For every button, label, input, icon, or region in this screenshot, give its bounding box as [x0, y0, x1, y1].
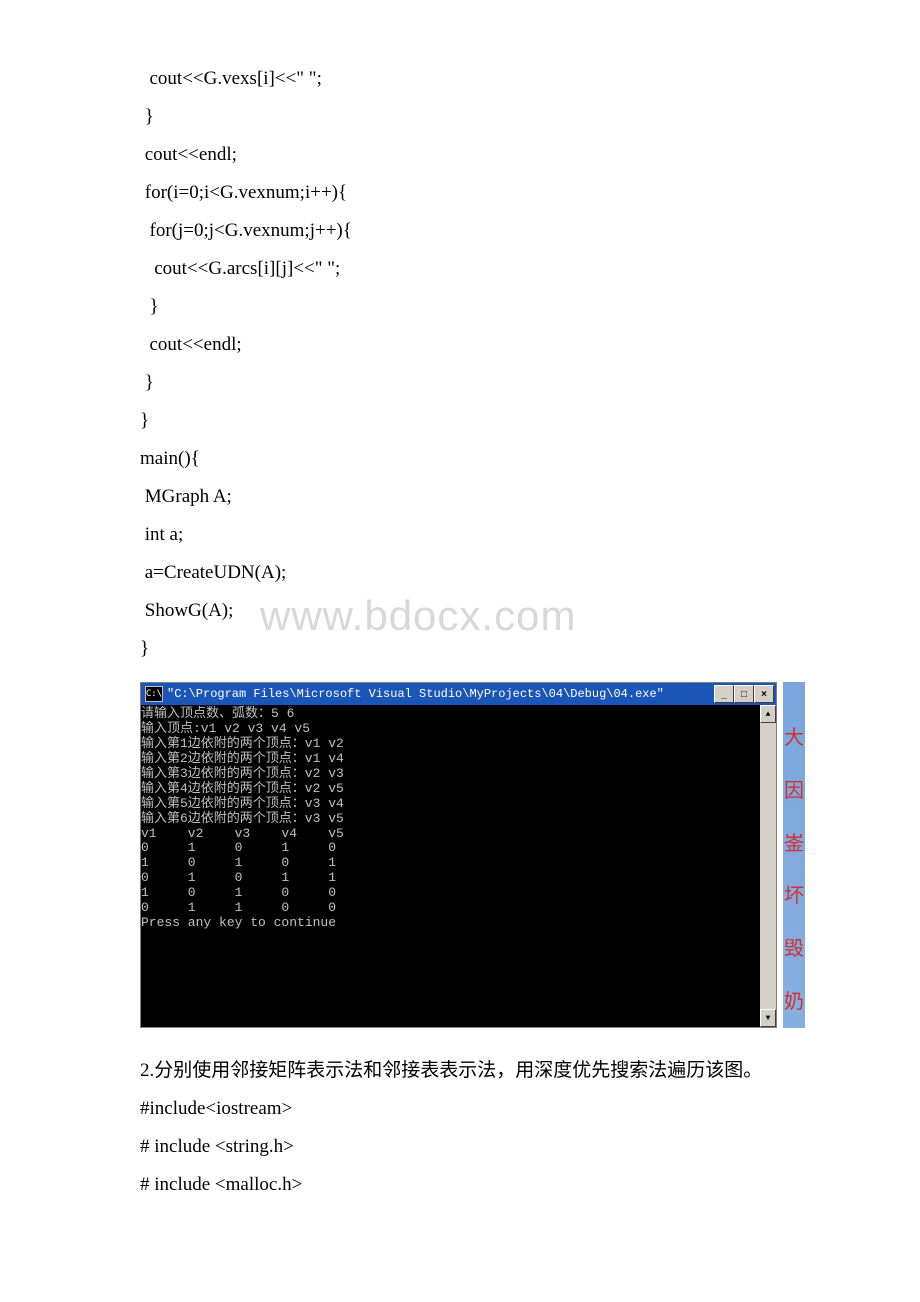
console-window: C:\ "C:\Program Files\Microsoft Visual S…: [140, 682, 777, 1028]
code-line: # include <malloc.h>: [140, 1166, 800, 1204]
code-line: }: [140, 288, 800, 326]
window-titlebar: C:\ "C:\Program Files\Microsoft Visual S…: [141, 683, 776, 705]
code-line: main(){: [140, 440, 800, 478]
code-line: MGraph A;: [140, 478, 800, 516]
code-line: }: [140, 630, 800, 668]
code-line: # include <string.h>: [140, 1128, 800, 1166]
code-line: int a;: [140, 516, 800, 554]
close-button[interactable]: ×: [754, 685, 774, 703]
code-line: ShowG(A);: [140, 592, 800, 630]
code-line: for(j=0;j<G.vexnum;j++){: [140, 212, 800, 250]
code-line: cout<<G.vexs[i]<<" ";: [140, 60, 800, 98]
scroll-up-button[interactable]: ▲: [760, 705, 776, 723]
cmd-icon: C:\: [145, 686, 163, 702]
maximize-button[interactable]: □: [734, 685, 754, 703]
code-line: cout<<G.arcs[i][j]<<" ";: [140, 250, 800, 288]
side-char: 坏: [784, 878, 804, 914]
side-char: 因: [784, 773, 804, 809]
side-char: 奶: [784, 984, 804, 1020]
code-line: a=CreateUDN(A);: [140, 554, 800, 592]
scroll-down-button[interactable]: ▼: [760, 1009, 776, 1027]
code-line: cout<<endl;: [140, 136, 800, 174]
side-char: 毁: [784, 931, 804, 967]
code-line: cout<<endl;: [140, 326, 800, 364]
minimize-button[interactable]: _: [714, 685, 734, 703]
code-line: #include<iostream>: [140, 1090, 800, 1128]
code-line: }: [140, 98, 800, 136]
code-line: for(i=0;i<G.vexnum;i++){: [140, 174, 800, 212]
scrollbar[interactable]: ▲ ▼: [760, 705, 776, 1027]
console-output: 请输入顶点数、弧数：5 6 输入顶点:v1 v2 v3 v4 v5 输入第1边依…: [141, 705, 760, 1027]
side-char: 大: [784, 720, 804, 756]
scroll-track[interactable]: [760, 723, 776, 1009]
side-strip: 大 因 崟 坏 毁 奶: [783, 682, 805, 1028]
code-line: }: [140, 402, 800, 440]
paragraph: 2.分别使用邻接矩阵表示法和邻接表表示法，用深度优先搜索法遍历该图。: [140, 1052, 800, 1090]
code-line: }: [140, 364, 800, 402]
side-char: 崟: [784, 826, 804, 862]
window-title: "C:\Program Files\Microsoft Visual Studi…: [167, 687, 664, 701]
